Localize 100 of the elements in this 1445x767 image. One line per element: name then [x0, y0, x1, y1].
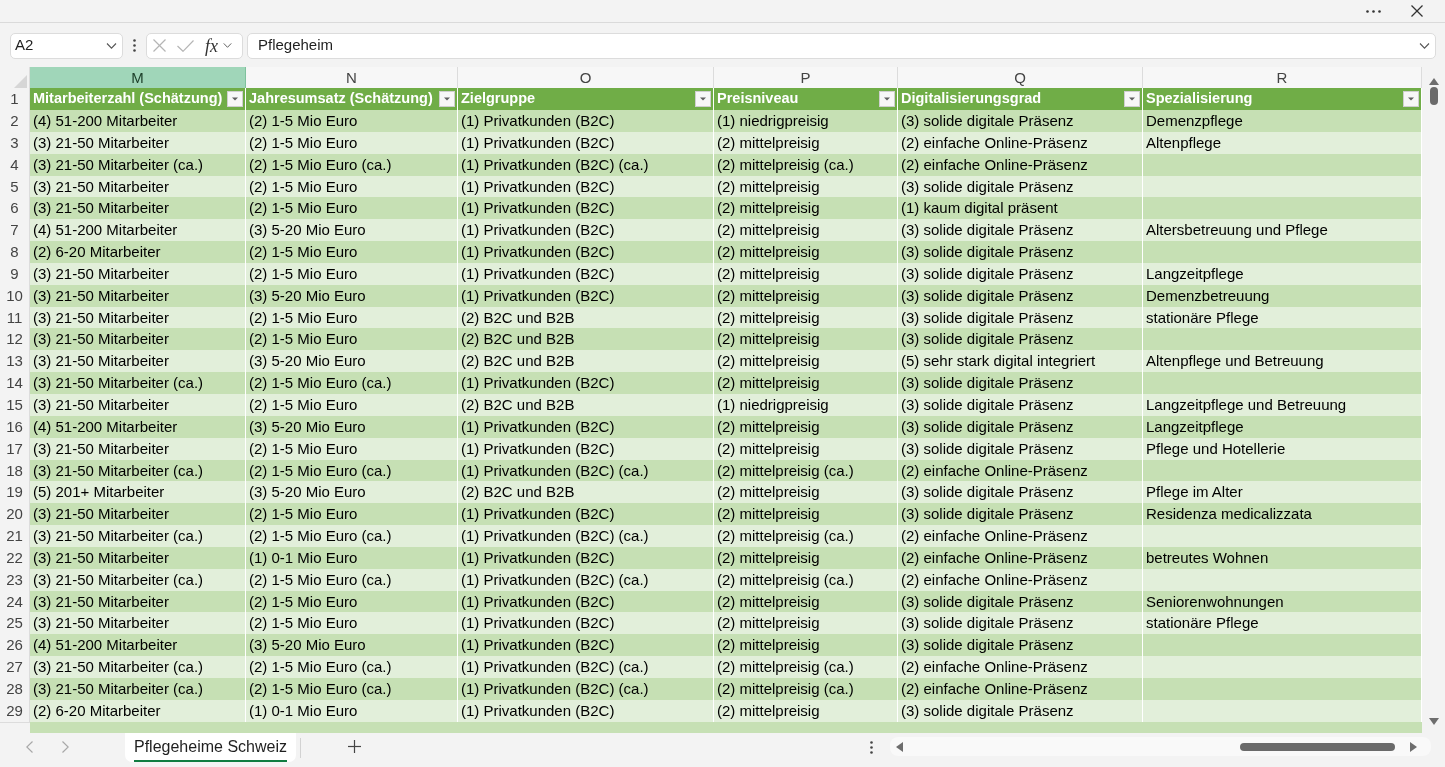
horizontal-scrollbar[interactable] [890, 737, 1431, 756]
filter-dropdown-icon[interactable] [879, 91, 895, 108]
table-cell: (3) 21-50 Mitarbeiter [30, 262, 246, 287]
row-number: 20 [0, 503, 30, 527]
chevron-down-icon[interactable] [106, 42, 117, 49]
scrollbar-thumb[interactable] [1240, 742, 1395, 751]
table-cell: (2) 1-5 Mio Euro [246, 503, 458, 527]
close-icon[interactable] [1411, 5, 1423, 17]
more-vertical-icon[interactable] [133, 39, 136, 52]
scroll-up-icon[interactable] [1428, 78, 1439, 85]
row-number: 16 [0, 415, 30, 440]
column-header: Preisniveau [717, 89, 799, 109]
row-number: 19 [0, 481, 30, 505]
table-cell: (3) 21-50 Mitarbeiter (ca.) [30, 153, 246, 178]
table-cell: (3) 21-50 Mitarbeiter (ca.) [30, 372, 246, 396]
table-cell: (2) 1-5 Mio Euro (ca.) [246, 677, 458, 702]
table-cell: (2) 1-5 Mio Euro (ca.) [246, 525, 458, 549]
table-cell: (2) 6-20 Mitarbeiter [30, 699, 246, 724]
table-cell: (2) mittelpreisig (ca.) [714, 525, 898, 549]
column-letter: P [714, 67, 898, 91]
scroll-left-icon[interactable] [896, 741, 903, 752]
chevron-down-icon[interactable] [223, 43, 232, 48]
expand-chevron-icon[interactable] [1419, 42, 1430, 49]
table-cell: (1) Privatkunden (B2C) [458, 262, 714, 287]
table-cell: (2) mittelpreisig [714, 612, 898, 636]
table-cell: Langzeitpflege [1143, 415, 1422, 440]
table-cell: (3) 21-50 Mitarbeiter [30, 284, 246, 309]
table-cell: (3) 5-20 Mio Euro [246, 415, 458, 440]
table-cell: (2) mittelpreisig [714, 634, 898, 658]
row-number: 28 [0, 677, 30, 702]
table-cell: (3) solide digitale Präsenz [898, 393, 1143, 418]
table-cell: betreutes Wohnen [1143, 546, 1422, 571]
filter-dropdown-icon[interactable] [227, 91, 243, 108]
table-cell: (3) solide digitale Präsenz [898, 372, 1143, 396]
row-number: 27 [0, 656, 30, 680]
table-cell: (2) 6-20 Mitarbeiter [30, 241, 246, 265]
table-cell: (3) 5-20 Mio Euro [246, 219, 458, 243]
table-cell: (1) Privatkunden (B2C) [458, 612, 714, 636]
column-letter: N [246, 67, 458, 91]
insert-function-button[interactable]: fx [205, 36, 218, 55]
table-cell: (2) B2C und B2B [458, 393, 714, 418]
scroll-down-icon[interactable] [1428, 718, 1439, 725]
table-cell: (3) 21-50 Mitarbeiter [30, 437, 246, 462]
table-cell: (3) solide digitale Präsenz [898, 437, 1143, 462]
table-cell: (2) mittelpreisig [714, 197, 898, 221]
table-cell: (2) einfache Online-Präsenz [898, 153, 1143, 178]
add-sheet-icon[interactable] [347, 740, 361, 753]
more-options-icon[interactable] [1366, 9, 1381, 13]
filter-dropdown-icon[interactable] [1403, 91, 1419, 108]
filter-dropdown-icon[interactable] [439, 91, 455, 108]
row-number: 25 [0, 612, 30, 636]
formula-field[interactable]: Pflegeheim [247, 32, 1436, 59]
table-cell: (2) mittelpreisig [714, 219, 898, 243]
table-cell: (1) Privatkunden (B2C) [458, 634, 714, 658]
table-cell: Langzeitpflege und Betreuung [1143, 393, 1422, 418]
table-cell: (3) 21-50 Mitarbeiter (ca.) [30, 656, 246, 680]
table-cell: (2) mittelpreisig [714, 284, 898, 309]
table-cell: (3) 5-20 Mio Euro [246, 284, 458, 309]
table-cell: (2) einfache Online-Präsenz [898, 677, 1143, 702]
name-box-field[interactable]: A2 [10, 32, 123, 59]
table-cell: (1) Privatkunden (B2C) (ca.) [458, 656, 714, 680]
filter-dropdown-icon[interactable] [1124, 91, 1140, 108]
table-cell: (1) kaum digital präsent [898, 197, 1143, 221]
table-cell: (1) Privatkunden (B2C) [458, 284, 714, 309]
table-cell: (1) Privatkunden (B2C) (ca.) [458, 525, 714, 549]
table-cell: (1) niedrigpreisig [714, 393, 898, 418]
table-cell: (4) 51-200 Mitarbeiter [30, 415, 246, 440]
table-cell: (3) solide digitale Präsenz [898, 699, 1143, 724]
table-cell: (1) Privatkunden (B2C) [458, 437, 714, 462]
column-header: Digitalisierungsgrad [901, 89, 1042, 109]
row-number: 29 [0, 699, 30, 724]
table-cell: (2) mittelpreisig [714, 328, 898, 352]
column-letter: O [458, 67, 714, 91]
filter-dropdown-icon[interactable] [695, 91, 711, 108]
table-cell: (2) 1-5 Mio Euro [246, 241, 458, 265]
table-cell: (1) Privatkunden (B2C) [458, 131, 714, 156]
table-cell: (1) 0-1 Mio Euro [246, 699, 458, 724]
table-cell: Altersbetreuung und Pflege [1143, 219, 1422, 243]
column-header: Jahresumsatz (Schätzung) [249, 89, 433, 109]
table-cell: (1) Privatkunden (B2C) [458, 546, 714, 571]
row-number: 4 [0, 153, 30, 178]
table-cell: (2) mittelpreisig [714, 262, 898, 287]
scrollbar-thumb[interactable] [1429, 87, 1438, 105]
table-cell: (1) Privatkunden (B2C) [458, 503, 714, 527]
scroll-right-icon[interactable] [1410, 741, 1417, 752]
table-cell: (2) mittelpreisig [714, 503, 898, 527]
row-number: 6 [0, 197, 30, 221]
table-cell: (2) einfache Online-Präsenz [898, 546, 1143, 571]
table-cell: (2) 1-5 Mio Euro (ca.) [246, 153, 458, 178]
table-cell: (1) Privatkunden (B2C) [458, 415, 714, 440]
sheet-tab[interactable]: Pflegeheime Schweiz [125, 733, 296, 762]
table-cell: (1) Privatkunden (B2C) (ca.) [458, 568, 714, 593]
table-cell: (3) 21-50 Mitarbeiter (ca.) [30, 525, 246, 549]
row-number: 21 [0, 525, 30, 549]
table-cell: (2) 1-5 Mio Euro (ca.) [246, 372, 458, 396]
table-cell: (2) mittelpreisig (ca.) [714, 656, 898, 680]
more-vertical-icon[interactable] [870, 741, 873, 754]
table-cell: (3) solide digitale Präsenz [898, 262, 1143, 287]
table-cell: (3) 21-50 Mitarbeiter [30, 393, 246, 418]
check-icon[interactable] [177, 39, 194, 52]
